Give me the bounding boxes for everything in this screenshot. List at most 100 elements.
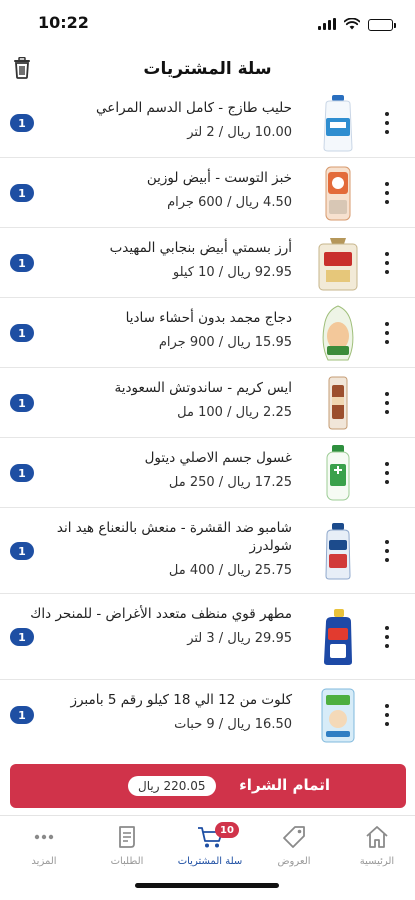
product-image xyxy=(315,521,361,581)
item-name: مطهر قوي منظف متعدد الأغراض - للمنحر داك xyxy=(30,606,292,622)
quantity-badge[interactable]: 1 xyxy=(10,394,34,412)
item-info: خبز التوست - أبيض لوزين 4.50 ريال / 600 … xyxy=(30,169,292,210)
item-price-amount: 4.50 xyxy=(263,195,292,210)
item-price: 29.95 ريال / 3 لتر xyxy=(30,631,292,646)
quantity-badge[interactable]: 1 xyxy=(10,114,34,132)
item-price-amount: 2.25 xyxy=(263,405,292,420)
cart-item[interactable]: دجاج مجمد بدون أحشاء ساديا 15.95 ريال / … xyxy=(0,298,415,368)
item-price-amount: 10.00 xyxy=(254,125,292,140)
cart-item[interactable]: كلوت من 12 الي 18 كيلو رقم 5 بامبرز 16.5… xyxy=(0,680,415,750)
tab-cart[interactable]: 10 سلة المشتريات xyxy=(175,822,245,867)
item-price: 2.25 ريال / 100 مل xyxy=(30,405,292,420)
item-info: حليب طازج - كامل الدسم المراعي 10.00 ريا… xyxy=(30,99,292,140)
tag-icon xyxy=(279,822,309,852)
product-image xyxy=(315,685,361,745)
item-currency: ريال xyxy=(227,563,251,578)
product-image xyxy=(315,373,361,433)
checkout-total-badge: 220.05 ريال xyxy=(128,776,216,796)
tab-label: المزيد xyxy=(31,856,57,867)
product-image xyxy=(315,93,361,153)
item-menu-button[interactable] xyxy=(377,109,397,137)
item-info: مطهر قوي منظف متعدد الأغراض - للمنحر داك… xyxy=(30,605,292,646)
item-currency: ريال xyxy=(227,265,251,280)
quantity-badge[interactable]: 1 xyxy=(10,464,34,482)
cart-item[interactable]: حليب طازج - كامل الدسم المراعي 10.00 ريا… xyxy=(0,88,415,158)
quantity-badge[interactable]: 1 xyxy=(10,324,34,342)
more-icon xyxy=(29,822,59,852)
cart-item[interactable]: ايس كريم - ساندوتش السعودية 2.25 ريال / … xyxy=(0,368,415,438)
item-menu-button[interactable] xyxy=(377,249,397,277)
tab-label: سلة المشتريات xyxy=(177,856,243,867)
item-unit: / 250 مل xyxy=(168,475,224,490)
status-time: 10:22 xyxy=(38,13,89,32)
tab-home[interactable]: الرئيسية xyxy=(342,822,412,867)
item-menu-button[interactable] xyxy=(377,701,397,729)
tab-label: الطلبات xyxy=(110,856,144,867)
item-currency: ريال xyxy=(227,125,251,140)
tab-offers[interactable]: العروض xyxy=(259,822,329,867)
item-info: دجاج مجمد بدون أحشاء ساديا 15.95 ريال / … xyxy=(30,309,292,350)
item-info: كلوت من 12 الي 18 كيلو رقم 5 بامبرز 16.5… xyxy=(30,691,292,732)
item-currency: ريال xyxy=(227,335,251,350)
battery-icon xyxy=(368,18,396,31)
item-menu-button[interactable] xyxy=(377,319,397,347)
item-unit: / 600 جرام xyxy=(167,195,232,210)
checkout-total-amount: 220.05 xyxy=(163,779,206,793)
header: سلة المشتريات xyxy=(0,50,415,88)
cart-item[interactable]: خبز التوست - أبيض لوزين 4.50 ريال / 600 … xyxy=(0,158,415,228)
item-info: أرز بسمتي أبيض بنجابي المهيدب 92.95 ريال… xyxy=(30,239,292,280)
item-unit: / 900 جرام xyxy=(158,335,224,350)
cart-item[interactable]: مطهر قوي منظف متعدد الأغراض - للمنحر داك… xyxy=(0,594,415,680)
item-menu-button[interactable] xyxy=(377,623,397,651)
item-price-amount: 29.95 xyxy=(254,631,292,646)
quantity-badge[interactable]: 1 xyxy=(10,254,34,272)
tab-label: العروض xyxy=(277,856,311,867)
page-title: سلة المشتريات xyxy=(143,59,272,79)
item-name: حليب طازج - كامل الدسم المراعي xyxy=(96,100,292,116)
item-currency: ريال xyxy=(227,717,251,732)
item-price-amount: 17.25 xyxy=(254,475,292,490)
product-image xyxy=(315,303,361,363)
item-currency: ريال xyxy=(227,631,251,646)
product-image xyxy=(315,443,361,503)
item-price: 10.00 ريال / 2 لتر xyxy=(30,125,292,140)
tab-more[interactable]: المزيد xyxy=(9,822,79,867)
item-currency: ريال xyxy=(235,405,259,420)
item-name: ايس كريم - ساندوتش السعودية xyxy=(114,380,292,396)
status-bar: 10:22 xyxy=(0,0,415,46)
item-name: شامبو ضد القشرة - منعش بالنعناع هيد اند … xyxy=(56,520,292,554)
receipt-icon xyxy=(112,822,142,852)
product-image xyxy=(315,233,361,293)
item-unit: / 400 مل xyxy=(168,563,224,578)
checkout-button[interactable]: 220.05 ريال اتمام الشراء xyxy=(10,764,406,808)
checkout-label: اتمام الشراء xyxy=(239,776,330,794)
item-menu-button[interactable] xyxy=(377,459,397,487)
item-name: دجاج مجمد بدون أحشاء ساديا xyxy=(125,310,292,326)
item-price: 4.50 ريال / 600 جرام xyxy=(30,195,292,210)
cart-item[interactable]: شامبو ضد القشرة - منعش بالنعناع هيد اند … xyxy=(0,508,415,594)
item-unit: / 100 مل xyxy=(177,405,232,420)
item-menu-button[interactable] xyxy=(377,389,397,417)
quantity-badge[interactable]: 1 xyxy=(10,628,34,646)
item-price: 15.95 ريال / 900 جرام xyxy=(30,335,292,350)
quantity-badge[interactable]: 1 xyxy=(10,184,34,202)
tab-orders[interactable]: الطلبات xyxy=(92,822,162,867)
checkout-total-currency: ريال xyxy=(138,779,160,793)
item-menu-button[interactable] xyxy=(377,537,397,565)
item-unit: / 3 لتر xyxy=(187,631,224,646)
item-currency: ريال xyxy=(235,195,259,210)
item-price-amount: 25.75 xyxy=(254,563,292,578)
item-price-amount: 92.95 xyxy=(254,265,292,280)
item-unit: / 2 لتر xyxy=(187,125,224,140)
item-price: 92.95 ريال / 10 كيلو xyxy=(30,265,292,280)
cart-item[interactable]: غسول جسم الاصلي ديتول 17.25 ريال / 250 م… xyxy=(0,438,415,508)
item-name: كلوت من 12 الي 18 كيلو رقم 5 بامبرز xyxy=(70,692,292,708)
item-name: أرز بسمتي أبيض بنجابي المهيدب xyxy=(109,240,292,256)
tab-bar: الرئيسية العروض 10 سلة المشتريات الطلبات… xyxy=(0,815,415,900)
item-name: غسول جسم الاصلي ديتول xyxy=(144,450,292,466)
cart-item[interactable]: أرز بسمتي أبيض بنجابي المهيدب 92.95 ريال… xyxy=(0,228,415,298)
quantity-badge[interactable]: 1 xyxy=(10,542,34,560)
quantity-badge[interactable]: 1 xyxy=(10,706,34,724)
product-image xyxy=(315,163,361,223)
item-menu-button[interactable] xyxy=(377,179,397,207)
